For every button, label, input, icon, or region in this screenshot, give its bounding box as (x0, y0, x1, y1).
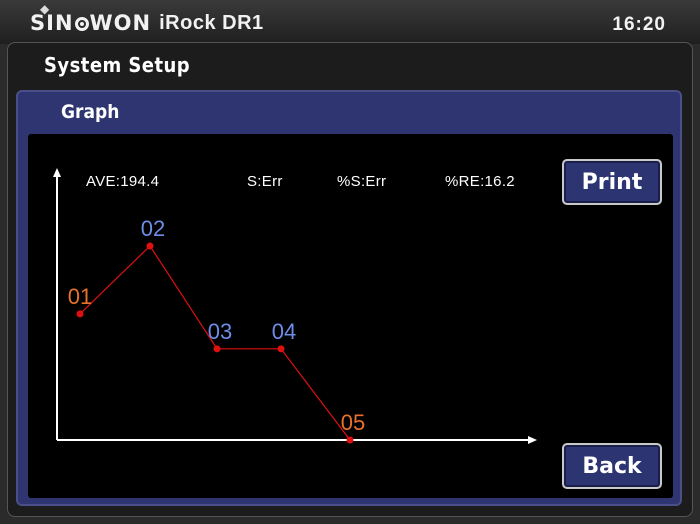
point-label: 02 (141, 216, 165, 241)
point-label: 05 (341, 410, 365, 435)
data-point (146, 242, 154, 250)
back-button[interactable]: Back (562, 443, 662, 489)
data-point (346, 436, 354, 444)
point-label: 03 (208, 319, 232, 344)
point-label: 04 (272, 319, 296, 344)
data-point (76, 310, 84, 318)
x-axis-arrow (528, 436, 537, 444)
y-axis-arrow (53, 168, 61, 177)
data-point (213, 345, 221, 353)
print-button[interactable]: Print (562, 159, 662, 205)
point-label: 01 (68, 284, 92, 309)
data-point (277, 345, 285, 353)
